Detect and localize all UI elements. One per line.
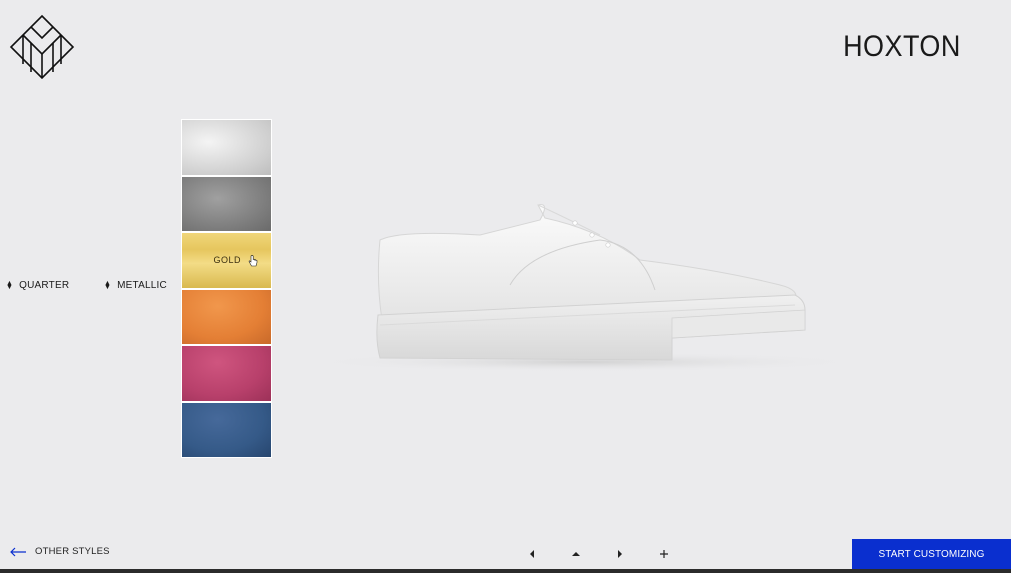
swatch-gold-label: GOLD (213, 255, 241, 266)
brand-logo-icon[interactable] (9, 14, 75, 80)
updown-arrows-icon: ▲ ▼ (6, 279, 14, 291)
caret-up-icon (572, 552, 580, 556)
caret-right-icon (618, 550, 622, 558)
zoom-in-button[interactable] (642, 545, 686, 563)
other-styles-link[interactable]: OTHER STYLES (9, 546, 110, 557)
product-title: HOXTON (843, 30, 961, 63)
part-selector[interactable]: ▲ ▼ QUARTER (6, 279, 70, 292)
part-selector-label: QUARTER (19, 280, 70, 291)
other-styles-label: OTHER STYLES (35, 546, 110, 557)
swatch-pink[interactable] (182, 346, 271, 401)
color-swatch-list: GOLD (181, 119, 272, 458)
swatch-blue[interactable] (182, 402, 271, 457)
view-navigation (510, 545, 686, 563)
next-view-button[interactable] (598, 545, 642, 563)
swatch-silver-light[interactable] (182, 120, 271, 175)
swatch-orange[interactable] (182, 289, 271, 344)
swatch-gold[interactable]: GOLD (182, 233, 271, 288)
hand-cursor-icon (248, 255, 258, 267)
arrow-left-icon (10, 547, 26, 556)
material-selector[interactable]: ▲ ▼ METALLIC (104, 279, 167, 292)
material-selector-label: METALLIC (117, 280, 167, 291)
shoe-preview[interactable] (300, 190, 860, 380)
caret-left-icon (530, 550, 534, 558)
updown-arrows-icon: ▲ ▼ (104, 279, 112, 291)
prev-view-button[interactable] (510, 545, 554, 563)
swatch-silver-dark[interactable] (182, 176, 271, 231)
plus-icon (660, 550, 668, 558)
start-customizing-button[interactable]: START CUSTOMIZING (852, 539, 1011, 569)
bottom-bar (0, 569, 1011, 573)
top-view-button[interactable] (554, 545, 598, 563)
